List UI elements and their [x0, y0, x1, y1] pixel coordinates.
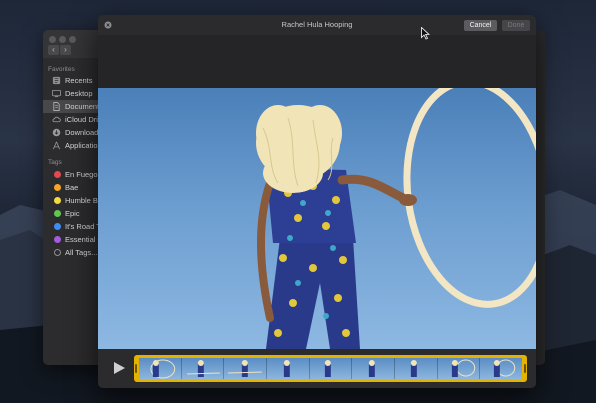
zoom-window-button[interactable] — [69, 36, 76, 43]
back-button[interactable]: ‹ — [48, 45, 59, 55]
done-button[interactable]: Done — [502, 20, 530, 31]
tag-color-dot — [54, 197, 61, 204]
mouse-pointer-icon — [421, 27, 430, 40]
sidebar-item-label: All Tags... — [65, 248, 98, 257]
clock-icon — [52, 76, 61, 85]
trim-filmstrip[interactable] — [134, 355, 527, 382]
filmstrip-frame — [139, 358, 182, 379]
download-icon — [52, 128, 61, 137]
desktop-icon — [52, 89, 61, 98]
cloud-icon — [52, 116, 61, 123]
sidebar-item-label: Humble Br — [65, 196, 101, 205]
sidebar-item-label: Recents — [65, 76, 93, 85]
chevron-right-icon: › — [64, 45, 67, 54]
sidebar-item-label: It's Road T — [65, 222, 101, 231]
filmstrip-frame — [437, 358, 481, 379]
tags-header: Tags — [48, 159, 62, 166]
document-icon — [53, 102, 60, 111]
tag-color-dot — [54, 210, 61, 217]
sidebar-item-label: Downloads — [65, 128, 103, 137]
favorites-header: Favorites — [48, 66, 75, 73]
filmstrip-frame — [395, 358, 438, 379]
minimize-window-button[interactable] — [59, 36, 66, 43]
filmstrip-frame — [480, 358, 523, 379]
filmstrip-frame — [224, 358, 268, 379]
trim-controls — [98, 349, 536, 388]
sidebar-item-label: Bae — [65, 183, 79, 192]
filmstrip-frame — [181, 358, 225, 379]
filmstrip-frame — [267, 358, 310, 379]
trim-start-handle[interactable] — [135, 364, 137, 373]
sidebar-item-label: En Fuego — [65, 170, 98, 179]
chevron-left-icon: ‹ — [52, 45, 55, 54]
sidebar-item-label: Epic — [65, 209, 80, 218]
applications-icon — [52, 141, 61, 150]
close-window-button[interactable] — [49, 36, 56, 43]
filmstrip-frames — [139, 358, 523, 379]
tag-color-dot — [54, 249, 61, 256]
forward-button[interactable]: › — [60, 45, 71, 55]
filmstrip-frame — [352, 358, 396, 379]
video-preview — [98, 88, 536, 349]
tag-color-dot — [54, 171, 61, 178]
sidebar-item-label: Desktop — [65, 89, 93, 98]
finder-window-edge — [535, 30, 545, 365]
toolbar-area — [98, 35, 536, 88]
tag-color-dot — [54, 223, 61, 230]
quicklook-trim-window: Rachel Hula Hooping Cancel Done — [98, 15, 536, 388]
tag-color-dot — [54, 236, 61, 243]
tag-color-dot — [54, 184, 61, 191]
video-frame-illustration — [256, 88, 536, 349]
filmstrip-frame — [309, 358, 353, 379]
cancel-button[interactable]: Cancel — [464, 20, 497, 31]
play-icon[interactable] — [112, 361, 126, 375]
trim-end-handle[interactable] — [524, 364, 526, 373]
